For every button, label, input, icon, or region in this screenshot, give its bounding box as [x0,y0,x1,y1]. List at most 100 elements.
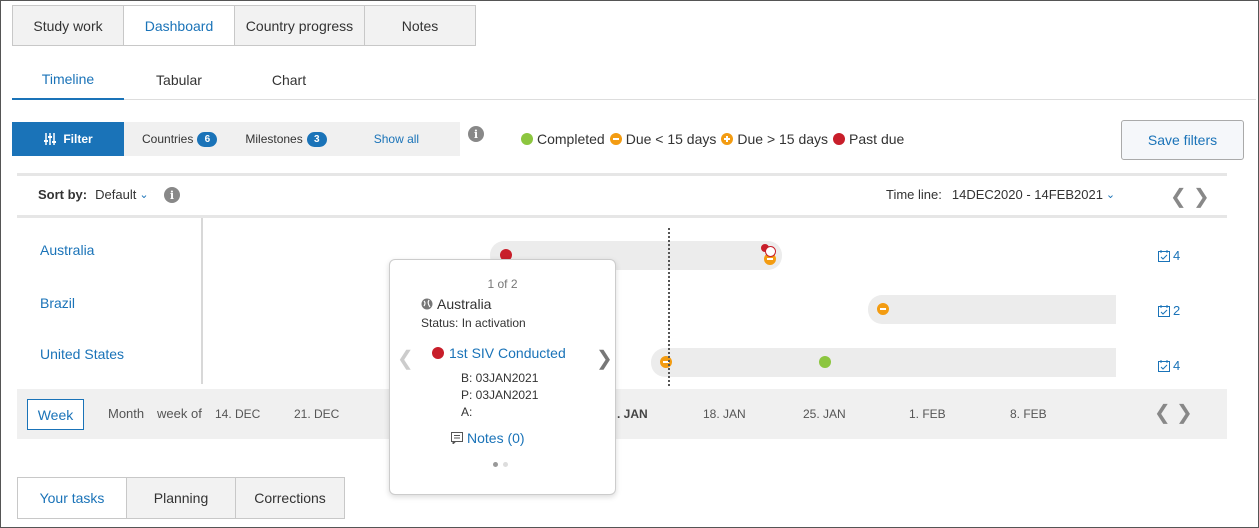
popup-notes-label: Notes (0) [467,430,525,446]
week-button[interactable]: Week [27,399,84,430]
scale-tick: 14. DEC [215,407,261,421]
milestone-marker[interactable] [660,356,672,368]
pager-dot[interactable] [503,462,508,467]
country-list: Australia Brazil United States [17,218,203,384]
scale-tick: 21. DEC [294,407,340,421]
scale-tick: 1. FEB [909,407,946,421]
popup-country-label: Australia [437,296,492,312]
milestones-label: Milestones [245,132,303,146]
show-all-link[interactable]: Show all [374,132,419,146]
task-count-label: 4 [1173,358,1181,373]
scale-tick: 8. FEB [1010,407,1047,421]
chevron-down-icon[interactable]: ⌄ [1106,188,1115,201]
scale-tick: 18. JAN [703,407,746,421]
popup-page-indicator: 1 of 2 [487,277,518,291]
prev-period-icon[interactable]: ❮ [1170,184,1187,208]
legend-completed-label: Completed [537,131,605,147]
task-count-australia[interactable]: 4 [1158,248,1180,263]
next-period-icon[interactable]: ❯ [1193,184,1210,208]
clock-icon [765,246,776,257]
task-count-label: 2 [1173,303,1181,318]
tab-chart[interactable]: Chart [234,60,344,100]
scale-next-icon[interactable]: ❯ [1176,400,1193,424]
bottom-tabs: Your tasks Planning Corrections [17,477,345,519]
info-icon[interactable]: i [468,126,484,142]
task-icon [1158,304,1170,317]
timeline-range: Time line: 14DEC2020 - 14FEB2021 ⌄ [886,187,1115,202]
popup-baseline-date: B: 03JAN2021 [461,371,539,385]
popup-next-icon[interactable]: ❯ [596,346,613,371]
filter-button[interactable]: Filter [12,122,124,156]
popup-pager-dots [493,462,513,467]
globe-icon [421,298,433,310]
task-icon [1158,359,1170,372]
legend-past-due-label: Past due [849,131,905,147]
tab-study-work[interactable]: Study work [12,5,124,46]
popup-milestone-label: 1st SIV Conducted [449,345,566,361]
timeline-range-select[interactable]: 14DEC2020 - 14FEB2021 [952,187,1103,202]
sort-control: Sort by: Default ⌄ [38,187,149,202]
sort-select[interactable]: Default [95,187,136,202]
top-tabs: Study work Dashboard Country progress No… [12,5,476,46]
timeline-label: Time line: [886,187,942,202]
tab-notes[interactable]: Notes [364,5,476,46]
popup-milestone[interactable]: 1st SIV Conducted [432,345,566,361]
country-australia[interactable]: Australia [40,242,94,258]
status-legend: Completed Due < 15 days Due > 15 days Pa… [521,131,909,147]
task-count-brazil[interactable]: 2 [1158,303,1180,318]
legend-due-lt-15: Due < 15 days [609,131,717,147]
due-soon-dot-icon [609,133,622,145]
tab-corrections[interactable]: Corrections [235,477,345,519]
tab-planning[interactable]: Planning [126,477,236,519]
popup-actual-date: A: [461,405,473,419]
note-icon [451,432,463,444]
week-of-label: week of [157,406,202,421]
today-line [668,228,670,386]
legend-due-lt-15-label: Due < 15 days [625,131,717,147]
filter-bar: Filter Countries 6 Milestones 3 Show all [12,122,460,156]
view-tabs: Timeline Tabular Chart [12,60,1256,100]
country-brazil[interactable]: Brazil [40,295,75,311]
milestone-marker[interactable] [877,303,889,315]
popup-prev-icon[interactable]: ❮ [397,346,414,371]
countries-count-badge: 6 [197,131,218,147]
tab-dashboard[interactable]: Dashboard [123,5,235,46]
task-count-united-states[interactable]: 4 [1158,358,1180,373]
legend-past-due: Past due [833,131,904,147]
popup-country: Australia [421,296,491,312]
tab-tabular[interactable]: Tabular [124,60,234,100]
past-due-dot-icon [432,347,444,359]
save-filters-button[interactable]: Save filters [1121,120,1244,160]
timeline-track-united-states [651,348,1116,377]
milestone-marker[interactable] [819,356,831,368]
due-later-dot-icon [721,133,734,145]
country-united-states[interactable]: United States [40,346,124,362]
tab-country-progress[interactable]: Country progress [234,5,365,46]
scale-prev-icon[interactable]: ❮ [1154,400,1171,424]
divider [17,173,1227,176]
popup-status: Status: In activation [421,316,526,330]
scale-tick: 25. JAN [803,407,846,421]
sort-label: Sort by: [38,187,88,202]
countries-filter[interactable]: Countries 6 [142,131,218,147]
popup-notes-link[interactable]: Notes (0) [451,430,525,446]
milestones-count-badge: 3 [306,131,327,147]
popup-planned-date: P: 03JAN2021 [461,388,539,402]
filter-label: Filter [63,132,93,146]
legend-due-gt-15: Due > 15 days [721,131,828,147]
pager-dot[interactable] [493,462,498,467]
chevron-down-icon[interactable]: ⌄ [139,188,148,201]
task-icon [1158,249,1170,262]
tab-timeline[interactable]: Timeline [12,60,124,100]
milestones-filter[interactable]: Milestones 3 [245,131,327,147]
legend-due-gt-15-label: Due > 15 days [737,131,829,147]
sliders-icon [44,133,57,145]
tab-your-tasks[interactable]: Your tasks [17,477,127,519]
scale-tick: . JAN [617,407,648,421]
task-count-label: 4 [1173,248,1181,263]
completed-dot-icon [521,133,533,145]
sort-info-icon[interactable]: i [164,187,180,203]
milestone-popup: 1 of 2 Australia Status: In activation ❮… [389,259,616,495]
month-button[interactable]: Month [108,406,144,421]
past-due-dot-icon [833,133,846,145]
